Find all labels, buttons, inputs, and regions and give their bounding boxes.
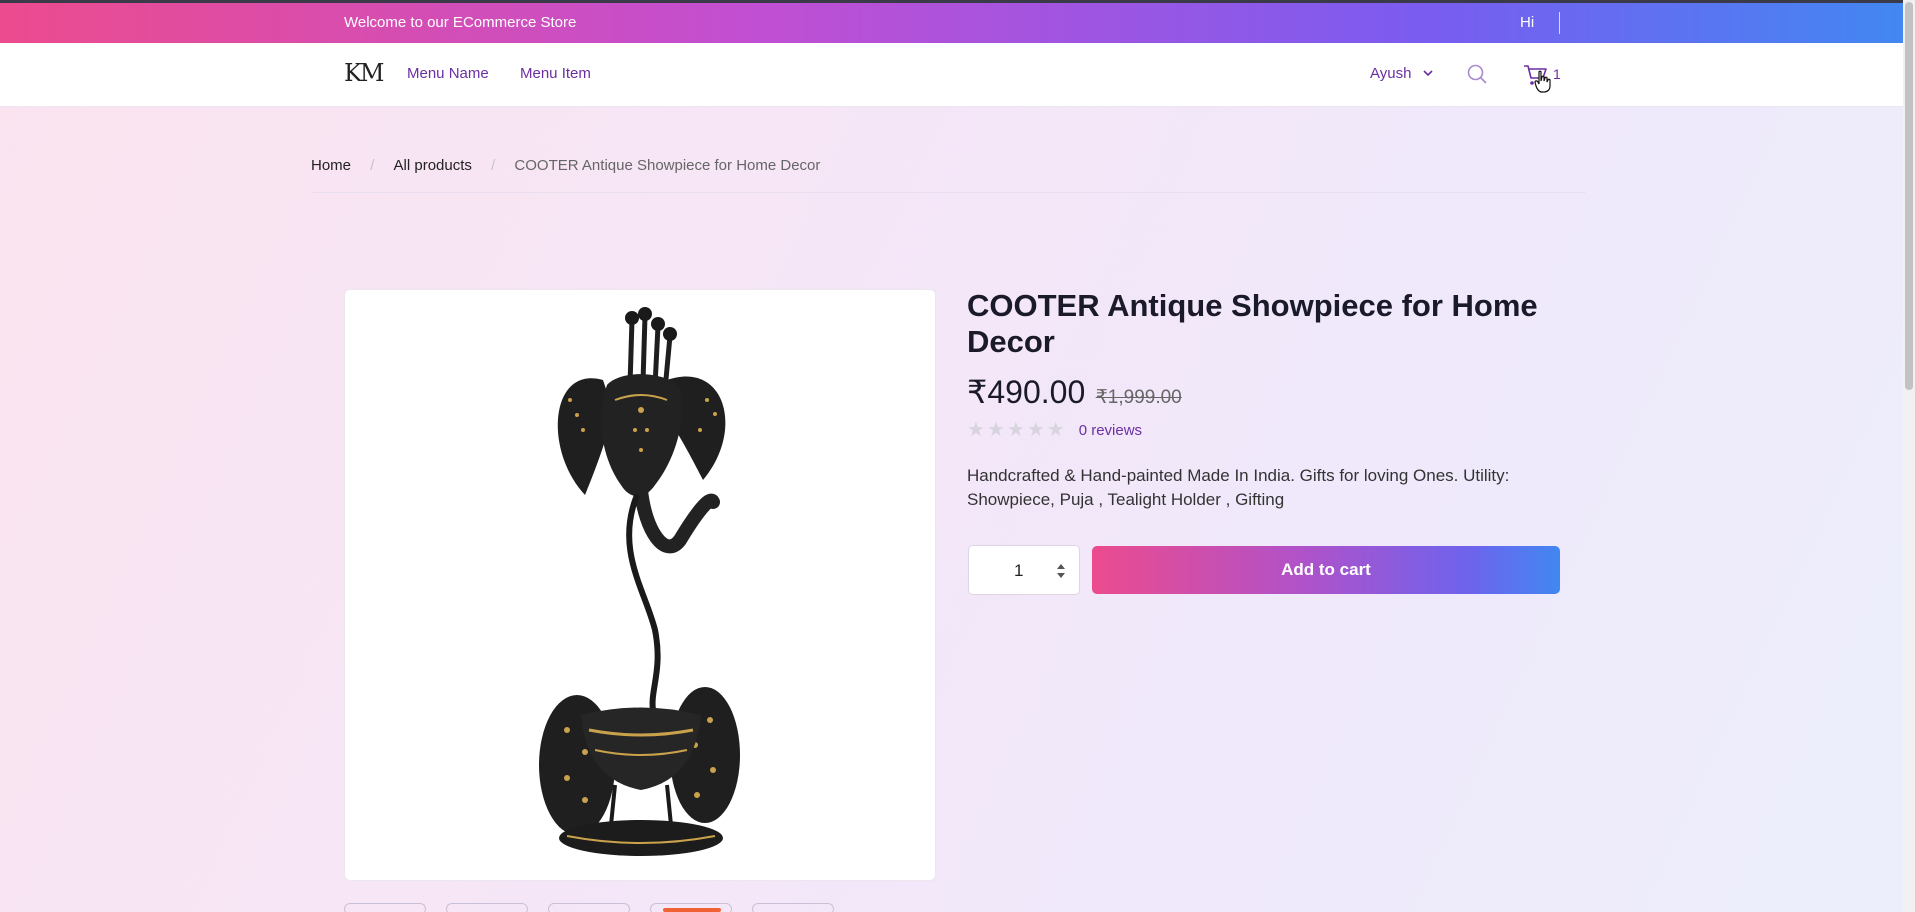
nav-menu-name[interactable]: Menu Name <box>407 65 489 82</box>
thumbnail-5[interactable] <box>752 903 834 912</box>
star-icon: ★ <box>986 419 1005 441</box>
reviews-link[interactable]: 0 reviews <box>1079 422 1142 439</box>
thumbnail-4[interactable] <box>650 903 732 912</box>
product-title: COOTER Antique Showpiece for Home Decor <box>967 288 1538 359</box>
thumbnail-1[interactable] <box>344 903 426 912</box>
product-price: ₹490.00 <box>967 374 1086 410</box>
breadcrumb-divider <box>311 192 1586 193</box>
pointer-hand-icon <box>1534 70 1551 93</box>
breadcrumb: Home / All products / COOTER Antique Sho… <box>311 157 820 174</box>
product-description: Handcrafted & Hand-painted Made In India… <box>967 466 1510 509</box>
cart-count-badge: 1 <box>1553 66 1561 82</box>
main-navbar: KM Menu Name Menu Item Ayush 1 <box>0 43 1903 107</box>
chevron-down-icon <box>1423 70 1433 77</box>
product-image <box>539 307 740 856</box>
product-image-card[interactable] <box>344 289 936 881</box>
greeting-text: Hi <box>1520 14 1535 31</box>
promo-welcome-text: Welcome to our ECommerce Store <box>344 14 577 31</box>
star-icon: ★ <box>967 419 985 441</box>
product-rating: ★ ★ ★ ★ ★ 0 reviews <box>967 420 1142 440</box>
price-row: ₹490.00 ₹1,999.00 <box>967 373 1182 411</box>
add-to-cart-button[interactable]: Add to cart <box>1092 546 1560 594</box>
breadcrumb-current: COOTER Antique Showpiece for Home Decor <box>514 157 821 174</box>
star-icon: ★ <box>1046 419 1065 441</box>
stepper-arrows-icon[interactable] <box>1055 561 1067 581</box>
thumbnail-3[interactable] <box>548 903 630 912</box>
promo-bar: Welcome to our ECommerce Store Hi <box>0 3 1903 43</box>
search-icon <box>1467 64 1487 84</box>
thumbnail-2[interactable] <box>446 903 528 912</box>
nav-menu-item[interactable]: Menu Item <box>520 65 591 82</box>
scrollbar-thumb[interactable] <box>1905 2 1913 390</box>
quantity-value[interactable]: 1 <box>1014 561 1023 581</box>
page-scrollbar[interactable] <box>1903 0 1915 912</box>
promo-divider <box>1559 12 1560 34</box>
site-logo[interactable]: KM <box>344 59 384 87</box>
product-mrp: ₹1,999.00 <box>1095 387 1182 408</box>
search-button[interactable] <box>1466 63 1488 90</box>
breadcrumb-all-products[interactable]: All products <box>394 157 472 174</box>
star-icon: ★ <box>1026 419 1045 441</box>
user-menu[interactable]: Ayush <box>1370 65 1433 82</box>
user-name: Ayush <box>1370 65 1412 82</box>
star-icon: ★ <box>1006 419 1025 441</box>
breadcrumb-separator: / <box>370 157 375 174</box>
breadcrumb-home[interactable]: Home <box>311 157 351 174</box>
quantity-stepper[interactable]: 1 <box>968 545 1080 595</box>
star-rating: ★ ★ ★ ★ ★ <box>967 420 1065 440</box>
breadcrumb-separator: / <box>491 157 496 174</box>
